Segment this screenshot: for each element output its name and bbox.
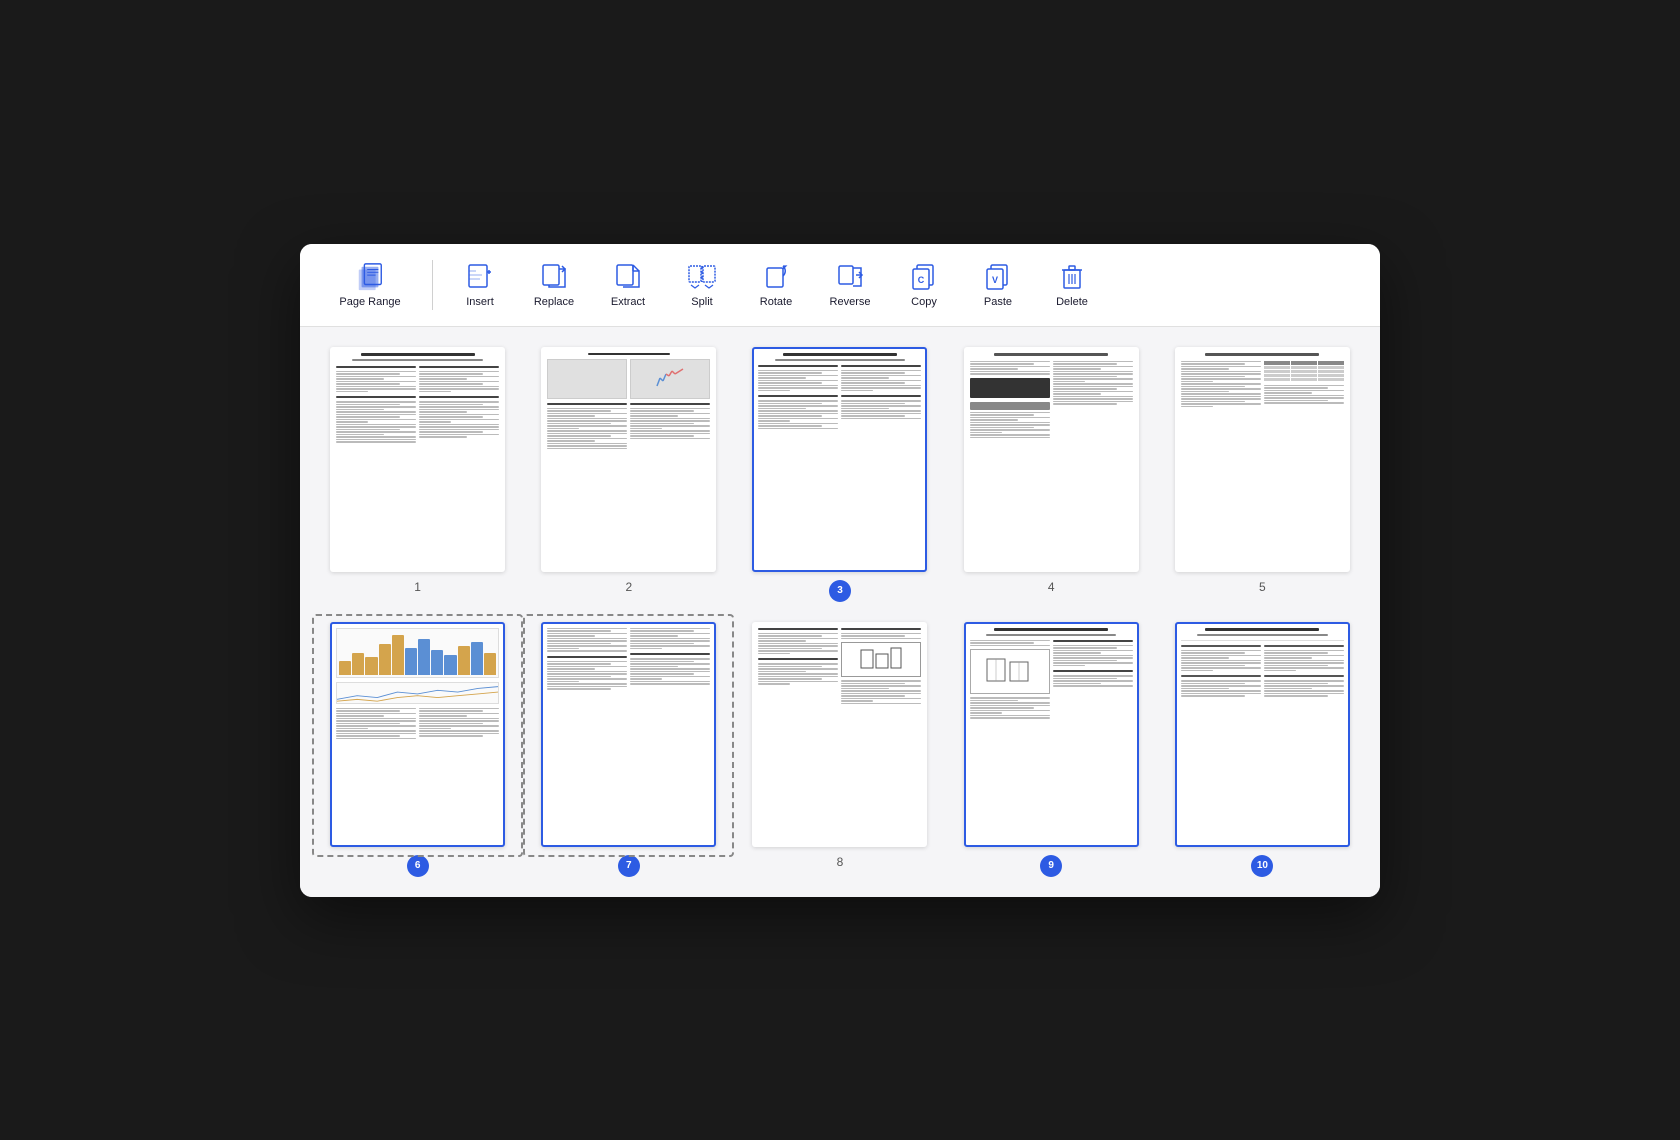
- page-badge-3: 3: [829, 580, 851, 602]
- toolbar-divider: [432, 260, 433, 310]
- toolbar-paste[interactable]: V Paste: [963, 254, 1033, 316]
- page-thumb-2[interactable]: [541, 347, 716, 572]
- page-thumb-4[interactable]: [964, 347, 1139, 572]
- page-thumb-1[interactable]: [330, 347, 505, 572]
- page-badge-9: 9: [1040, 855, 1062, 877]
- page-badge-10: 10: [1251, 855, 1273, 877]
- page-item-2[interactable]: 2: [531, 347, 726, 602]
- rotate-label: Rotate: [760, 296, 792, 308]
- page-thumb-6[interactable]: [330, 622, 505, 847]
- page-thumb-10[interactable]: [1175, 622, 1350, 847]
- page-range-icon: [355, 262, 385, 292]
- paste-icon: V: [983, 262, 1013, 292]
- insert-icon: [465, 262, 495, 292]
- copy-label: Copy: [911, 296, 937, 308]
- page-badge-7: 7: [618, 855, 640, 877]
- insert-label: Insert: [466, 296, 494, 308]
- toolbar-copy[interactable]: C Copy: [889, 254, 959, 316]
- extract-icon: [613, 262, 643, 292]
- toolbar-page-range[interactable]: Page Range: [320, 254, 420, 316]
- page-thumb-7[interactable]: [541, 622, 716, 847]
- page-number-8: 8: [837, 855, 844, 869]
- copy-icon: C: [909, 262, 939, 292]
- reverse-icon: [835, 262, 865, 292]
- split-icon: [687, 262, 717, 292]
- pages-grid: 1: [300, 327, 1380, 897]
- delete-label: Delete: [1056, 296, 1088, 308]
- page-item-10[interactable]: 10: [1165, 622, 1360, 877]
- page-thumb-9[interactable]: [964, 622, 1139, 847]
- svg-text:V: V: [992, 275, 998, 285]
- page-thumb-3[interactable]: [752, 347, 927, 572]
- replace-icon: [539, 262, 569, 292]
- toolbar-insert[interactable]: Insert: [445, 254, 515, 316]
- toolbar-extract[interactable]: Extract: [593, 254, 663, 316]
- paste-label: Paste: [984, 296, 1012, 308]
- page-item-8[interactable]: 8: [742, 622, 937, 877]
- page-item-6[interactable]: 6: [320, 622, 515, 877]
- page-item-9[interactable]: 9: [954, 622, 1149, 877]
- page-number-1: 1: [414, 580, 421, 594]
- page-number-2: 2: [625, 580, 632, 594]
- split-label: Split: [691, 296, 712, 308]
- toolbar-split[interactable]: Split: [667, 254, 737, 316]
- extract-label: Extract: [611, 296, 645, 308]
- delete-icon: [1057, 262, 1087, 292]
- page-item-3[interactable]: 3: [742, 347, 937, 602]
- replace-label: Replace: [534, 296, 574, 308]
- toolbar-rotate[interactable]: Rotate: [741, 254, 811, 316]
- rotate-icon: [761, 262, 791, 292]
- toolbar: Page Range Insert: [300, 244, 1380, 327]
- page-thumb-5[interactable]: [1175, 347, 1350, 572]
- page-item-4[interactable]: 4: [954, 347, 1149, 602]
- reverse-label: Reverse: [830, 296, 871, 308]
- page-number-5: 5: [1259, 580, 1266, 594]
- toolbar-replace[interactable]: Replace: [519, 254, 589, 316]
- svg-text:C: C: [918, 275, 925, 285]
- toolbar-reverse[interactable]: Reverse: [815, 254, 885, 316]
- page-item-1[interactable]: 1: [320, 347, 515, 602]
- app-window: Page Range Insert: [300, 244, 1380, 897]
- page-item-7[interactable]: 7: [531, 622, 726, 877]
- toolbar-delete[interactable]: Delete: [1037, 254, 1107, 316]
- page-badge-6: 6: [407, 855, 429, 877]
- page-item-5[interactable]: 5: [1165, 347, 1360, 602]
- page-thumb-8[interactable]: [752, 622, 927, 847]
- page-range-label: Page Range: [339, 296, 400, 308]
- page-number-4: 4: [1048, 580, 1055, 594]
